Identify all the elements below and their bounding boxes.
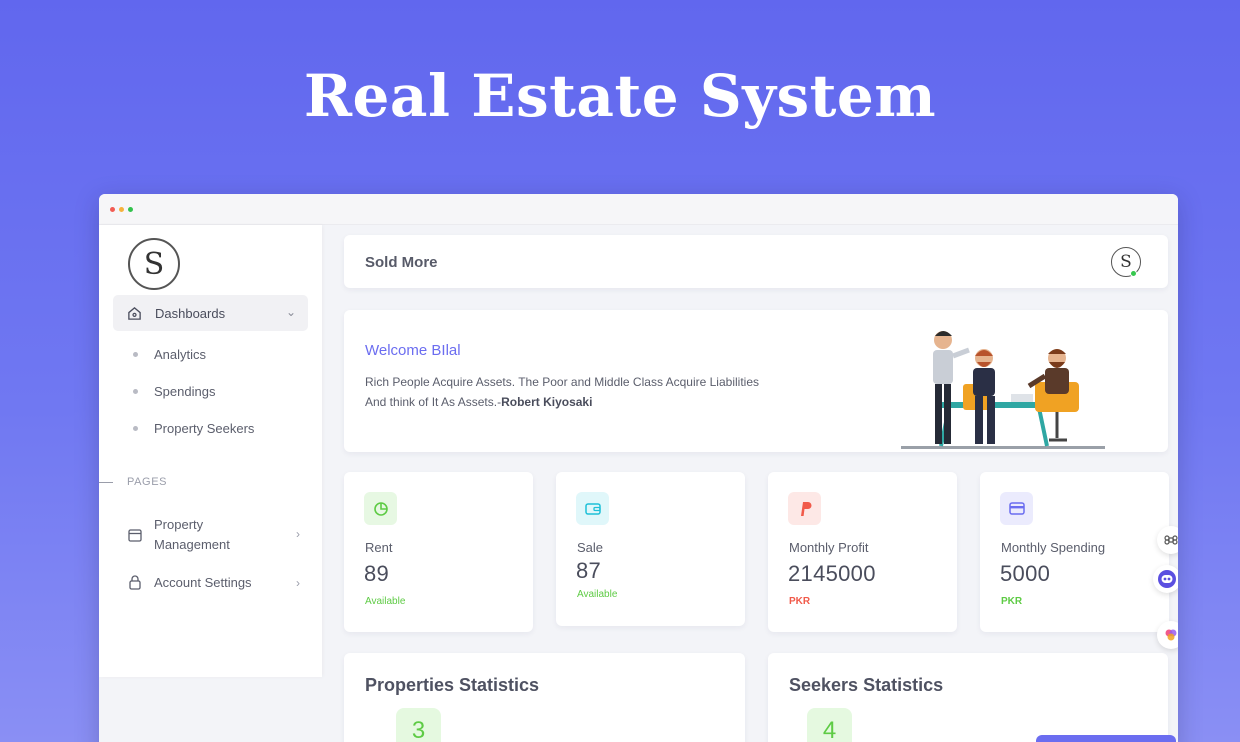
sidebar-item-analytics[interactable]: Analytics (133, 347, 206, 362)
sidebar-item-dashboards[interactable]: Dashboards ⌄ (113, 295, 308, 331)
sidebar-item-label: Property Seekers (154, 421, 255, 436)
maximize-window-dot[interactable] (128, 206, 133, 212)
bullet-icon (133, 426, 138, 431)
section-divider (99, 481, 113, 483)
sidebar-item-property-seekers[interactable]: Property Seekers (133, 421, 254, 436)
stat-value: 89 (364, 561, 390, 586)
app-window: S Dashboards ⌄ Analytics Spendings Prope… (99, 194, 1178, 742)
stat-note: Available (365, 596, 406, 607)
window-titlebar (99, 194, 1178, 225)
welcome-quote: Rich People Acquire Assets. The Poor and… (365, 372, 765, 412)
card-title: Seekers Statistics (789, 675, 944, 695)
stat-value: 5000 (1000, 561, 1051, 586)
paypal-icon (788, 492, 821, 525)
stat-value: 2145000 (788, 561, 876, 586)
sidebar-item-account-settings[interactable]: Account Settings › (128, 575, 300, 590)
stat-label: Monthly Profit (789, 540, 869, 555)
pages-section-header: PAGES (99, 476, 167, 488)
chevron-right-icon: › (296, 575, 300, 590)
sidebar-item-property-management[interactable]: Property Management › (128, 515, 300, 555)
stat-note: Available (577, 589, 618, 600)
sidebar-item-label: Analytics (154, 347, 207, 362)
count-badge: 3 (396, 708, 441, 742)
pie-chart-icon (364, 492, 397, 525)
meeting-illustration (901, 331, 1105, 449)
sidebar-item-label: Property Management (154, 515, 230, 555)
pages-label: PAGES (127, 476, 168, 488)
stat-note: PKR (1001, 596, 1023, 607)
seekers-statistics-card: Seekers Statistics 4 (768, 653, 1176, 742)
properties-statistics-card: Properties Statistics 3 (344, 653, 745, 742)
quote-author: Robert Kiyosaki (501, 395, 593, 409)
stat-value: 87 (576, 558, 602, 583)
stat-label: Monthly Spending (1001, 540, 1106, 555)
welcome-title: Welcome BIlal (365, 342, 461, 359)
logo-monogram: S (143, 246, 165, 282)
sidebar-item-label: Spendings (154, 384, 216, 399)
command-icon[interactable] (1157, 526, 1178, 554)
chevron-right-icon: › (296, 527, 300, 541)
assistant-bot-icon[interactable] (1153, 565, 1178, 593)
online-status-dot (1130, 270, 1137, 277)
bullet-icon (133, 389, 138, 394)
count-badge: 4 (807, 708, 852, 742)
sidebar-item-label: Dashboards (155, 305, 226, 321)
stat-card-rent[interactable]: Rent 89 Available (344, 472, 533, 632)
stat-label: Sale (577, 540, 604, 555)
sidebar-item-label: Account Settings (154, 575, 252, 590)
credit-card-icon (1000, 492, 1033, 525)
action-button[interactable] (1036, 735, 1176, 742)
close-window-dot[interactable] (110, 206, 115, 212)
bullet-icon (133, 352, 138, 357)
minimize-window-dot[interactable] (119, 206, 124, 212)
calendar-icon (128, 528, 142, 542)
home-icon (127, 306, 143, 321)
chevron-down-icon: ⌄ (285, 305, 296, 319)
navbar-title: Sold More (365, 254, 438, 271)
stat-card-sale[interactable]: Sale 87 Available (556, 472, 745, 626)
label-line-1: Property (154, 517, 204, 532)
sidebar-item-spendings[interactable]: Spendings (133, 384, 215, 399)
lock-icon (128, 575, 142, 590)
stat-card-monthly-spending[interactable]: Monthly Spending 5000 PKR (980, 472, 1169, 632)
stat-label: Rent (365, 540, 393, 555)
top-navbar: Sold More S (344, 235, 1168, 288)
welcome-card: Welcome BIlal Rich People Acquire Assets… (344, 310, 1168, 452)
card-title: Properties Statistics (365, 675, 540, 695)
hero-title: Real Estate System (303, 62, 937, 130)
wallet-icon (576, 492, 609, 525)
avatar-monogram: S (1120, 252, 1132, 272)
sidebar: S Dashboards ⌄ Analytics Spendings Prope… (99, 225, 322, 677)
stat-note: PKR (789, 596, 811, 607)
label-line-2: Management (154, 537, 230, 552)
palette-icon[interactable] (1157, 621, 1178, 649)
stat-card-monthly-profit[interactable]: Monthly Profit 2145000 PKR (768, 472, 957, 632)
brand-logo[interactable]: S (128, 238, 180, 290)
